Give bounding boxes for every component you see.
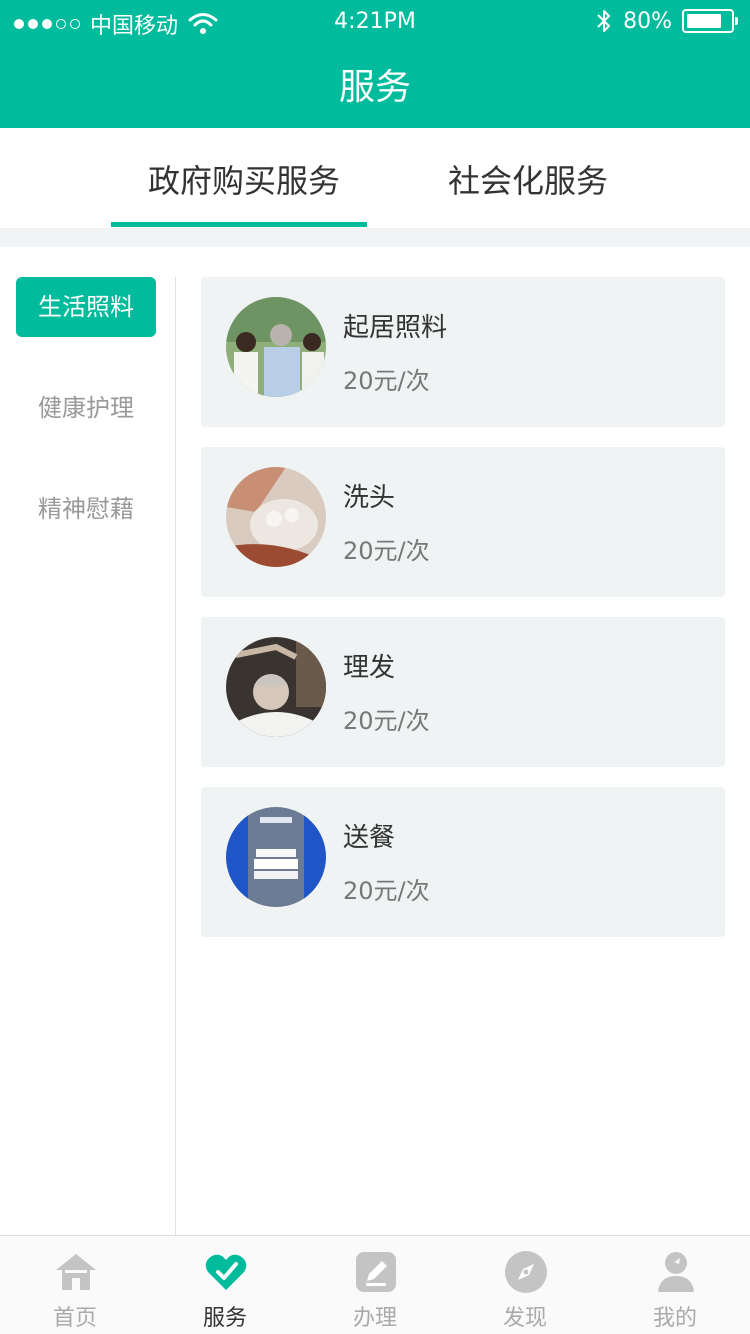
bottom-tab-bar: 首页 服务 办理 发现 我的 [0, 1235, 750, 1334]
service-price: 20元/次 [343, 877, 430, 905]
nav-label: 服务 [202, 1306, 247, 1331]
category-health-nursing[interactable]: 健康护理 [16, 378, 156, 438]
service-price: 20元/次 [343, 537, 430, 565]
sidebar-divider [175, 277, 176, 1235]
haircut-photo [226, 637, 326, 737]
battery-percent: 80% [623, 8, 672, 34]
service-name: 理发 [343, 653, 396, 683]
compass-icon [505, 1251, 547, 1293]
tab-government-purchase[interactable]: 政府购买服务 [148, 156, 340, 202]
nav-label: 首页 [52, 1306, 97, 1331]
nav-home[interactable]: 首页 [0, 1236, 150, 1334]
nav-label: 我的 [652, 1306, 697, 1331]
hair-washing-photo [226, 467, 326, 567]
service-name: 起居照料 [343, 313, 448, 343]
service-price: 20元/次 [343, 707, 430, 735]
home-icon [56, 1254, 96, 1290]
service-price: 20元/次 [343, 367, 430, 395]
app-header: 中国移动 4:21PM 80% 服务 [0, 0, 750, 128]
nav-handle[interactable]: 办理 [300, 1236, 450, 1334]
category-daily-care[interactable]: 生活照料 [16, 277, 156, 337]
section-divider [0, 228, 750, 247]
service-card[interactable]: 洗头 20元/次 [201, 447, 725, 597]
heart-icon [205, 1254, 247, 1290]
status-right: 80% [595, 8, 738, 34]
tab-social-service[interactable]: 社会化服务 [448, 156, 608, 202]
edit-icon [356, 1252, 396, 1292]
nav-discover[interactable]: 发现 [450, 1236, 600, 1334]
active-tab-indicator [111, 222, 367, 227]
caregivers-photo [226, 297, 326, 397]
nav-label: 发现 [502, 1306, 547, 1331]
page-title: 服务 [338, 67, 411, 108]
nav-label: 办理 [352, 1306, 397, 1331]
category-sidebar: 生活照料 健康护理 精神慰藉 [0, 247, 176, 1235]
status-bar: 中国移动 4:21PM 80% [0, 0, 750, 44]
bluetooth-icon [597, 10, 611, 32]
service-card[interactable]: 理发 20元/次 [201, 617, 725, 767]
service-type-tabs: 政府购买服务 社会化服务 [0, 128, 750, 228]
category-spiritual-comfort[interactable]: 精神慰藉 [16, 479, 156, 539]
battery-icon [682, 9, 738, 33]
service-name: 送餐 [343, 823, 396, 853]
nav-service[interactable]: 服务 [150, 1236, 300, 1334]
service-card[interactable]: 送餐 20元/次 [201, 787, 725, 937]
nav-mine[interactable]: 我的 [600, 1236, 750, 1334]
meal-delivery-photo [226, 807, 326, 907]
service-card[interactable]: 起居照料 20元/次 [201, 277, 725, 427]
service-name: 洗头 [343, 483, 396, 513]
user-icon [658, 1252, 694, 1292]
